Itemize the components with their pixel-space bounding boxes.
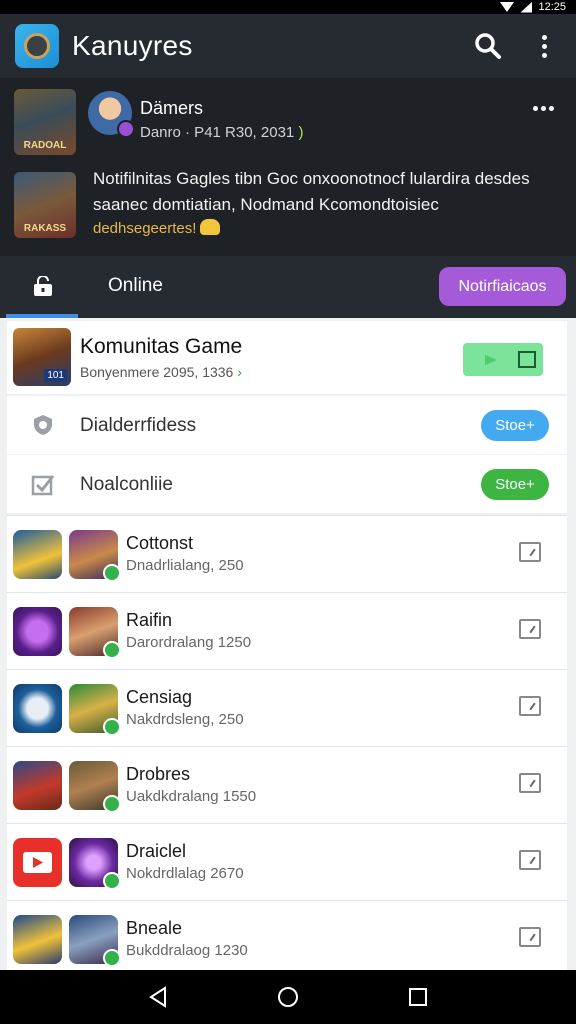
search-icon[interactable] bbox=[474, 32, 502, 60]
list-item-meta: Uakdkdralang 1550 bbox=[126, 788, 257, 805]
game-icon bbox=[13, 915, 62, 964]
checkbox-icon[interactable] bbox=[519, 850, 541, 870]
list-item-title: Bneale bbox=[126, 918, 183, 938]
community-subtitle: Bonyenmere 2095, 1336 › bbox=[80, 364, 242, 380]
author-meta-text: Danro · P41 R30, 2031 bbox=[140, 124, 295, 141]
tab-online[interactable]: Online bbox=[108, 275, 163, 297]
list-item-meta: Dnadrlialang, 250 bbox=[126, 557, 244, 574]
community-card[interactable]: 101 Komunitas Game Bonyenmere 2095, 1336… bbox=[7, 321, 567, 394]
avatar[interactable] bbox=[88, 91, 135, 138]
setting-action-button[interactable]: Stoe+ bbox=[481, 469, 549, 500]
community-toggle[interactable] bbox=[463, 343, 543, 376]
back-icon[interactable] bbox=[147, 986, 169, 1008]
post-header: RADOAL RAKASS Dämers Danro · P41 R30, 20… bbox=[0, 78, 576, 256]
game-icon bbox=[69, 915, 121, 967]
author-meta-accent: ) bbox=[298, 124, 304, 141]
game-icon bbox=[13, 530, 62, 579]
content-area: 101 Komunitas Game Bonyenmere 2095, 1336… bbox=[0, 318, 576, 977]
list-item-title: Raifin bbox=[126, 610, 173, 630]
setting-action-button[interactable]: Stoe+ bbox=[481, 410, 549, 441]
checkbox-icon[interactable] bbox=[519, 542, 541, 562]
community-title: Komunitas Game bbox=[80, 335, 243, 358]
game-icon bbox=[13, 761, 62, 810]
list-item[interactable]: Draiclel Nokdrdlalag 2670 bbox=[7, 823, 567, 900]
list-item-meta: Nokdrdlalag 2670 bbox=[126, 865, 244, 882]
list-item-title: Draiclel bbox=[126, 841, 187, 861]
play-logo-icon bbox=[23, 852, 52, 873]
community-subtitle-text: Bonyenmere 2095, 1336 bbox=[80, 364, 234, 380]
list-item[interactable]: Bneale Bukddralaog 1230 bbox=[7, 900, 567, 977]
list-item-title: Drobres bbox=[126, 764, 191, 784]
more-horiz-icon[interactable] bbox=[533, 106, 554, 111]
emoji-icon bbox=[200, 219, 221, 235]
recents-icon[interactable] bbox=[407, 986, 429, 1008]
game-list: Cottonst Dnadrlialang, 250 Raifin Darord… bbox=[7, 515, 567, 977]
game-icon bbox=[69, 530, 121, 582]
status-bar: 12:25 bbox=[0, 0, 576, 14]
status-icons: 12:25 bbox=[500, 0, 566, 14]
game-icon bbox=[69, 761, 121, 813]
post-tag: dedhsegeertes! bbox=[93, 219, 221, 237]
chevron-right-icon: › bbox=[237, 364, 242, 380]
shield-icon bbox=[34, 415, 52, 435]
signal-icon bbox=[520, 1, 533, 13]
community-thumbnail: 101 bbox=[13, 328, 71, 386]
notifications-button[interactable]: Notirfiaicaos bbox=[439, 267, 566, 306]
list-item[interactable]: Raifin Darordralang 1250 bbox=[7, 592, 567, 669]
game-thumbnail[interactable]: RADOAL bbox=[14, 89, 76, 155]
wifi-icon bbox=[500, 2, 515, 12]
checkbox-icon[interactable] bbox=[519, 773, 541, 793]
author-name[interactable]: Dämers bbox=[140, 98, 203, 119]
list-item-meta: Darordralang 1250 bbox=[126, 634, 252, 651]
list-item-title: Cottonst bbox=[126, 533, 194, 553]
more-vert-icon[interactable] bbox=[534, 32, 554, 60]
list-item-title: Censiag bbox=[126, 687, 193, 707]
square-icon bbox=[518, 351, 536, 368]
app-logo-icon bbox=[15, 24, 59, 68]
tab-bar: Online Notirfiaicaos bbox=[0, 256, 576, 318]
app-bar: Kanuyres bbox=[0, 14, 576, 78]
avatar-badge-icon bbox=[117, 120, 135, 138]
play-icon bbox=[485, 355, 497, 365]
setting-row: Noalconliie Stoe+ bbox=[7, 455, 567, 513]
post-tag-text: dedhsegeertes! bbox=[93, 220, 197, 237]
thumbnail-caption: RADOAL bbox=[23, 140, 67, 151]
game-icon bbox=[13, 838, 62, 887]
list-item-meta: Nakdrdsleng, 250 bbox=[126, 711, 244, 728]
setting-label: Noalconliie bbox=[80, 474, 173, 495]
thumbnail-caption: RAKASS bbox=[23, 223, 67, 234]
checkbox-icon[interactable] bbox=[519, 927, 541, 947]
system-nav-bar bbox=[0, 970, 576, 1024]
game-icon bbox=[69, 838, 121, 890]
game-icon bbox=[69, 684, 121, 736]
list-item[interactable]: Censiag Nakdrdsleng, 250 bbox=[7, 669, 567, 746]
thumbnail-badge: 101 bbox=[44, 369, 67, 382]
game-icon bbox=[13, 684, 62, 733]
setting-label: Dialderrfidess bbox=[80, 415, 197, 436]
lock-icon bbox=[34, 276, 52, 296]
status-time: 12:25 bbox=[538, 1, 566, 13]
tab-locked[interactable] bbox=[6, 256, 78, 318]
game-thumbnail[interactable]: RAKASS bbox=[14, 172, 76, 238]
game-icon bbox=[69, 607, 121, 659]
game-icon bbox=[13, 607, 62, 656]
list-item[interactable]: Cottonst Dnadrlialang, 250 bbox=[7, 515, 567, 592]
app-title: Kanuyres bbox=[72, 30, 193, 61]
setting-row: Dialderrfidess Stoe+ bbox=[7, 396, 567, 454]
post-description: Notifilnitas Gagles tibn Goc onxoonotnoc… bbox=[93, 169, 530, 214]
home-icon[interactable] bbox=[277, 986, 299, 1008]
checkbox-icon[interactable] bbox=[519, 696, 541, 716]
list-item-meta: Bukddralaog 1230 bbox=[126, 942, 248, 959]
checkbox-icon bbox=[31, 475, 55, 496]
list-item[interactable]: Drobres Uakdkdralang 1550 bbox=[7, 746, 567, 823]
author-meta: Danro · P41 R30, 2031 ) bbox=[140, 124, 303, 141]
checkbox-icon[interactable] bbox=[519, 619, 541, 639]
